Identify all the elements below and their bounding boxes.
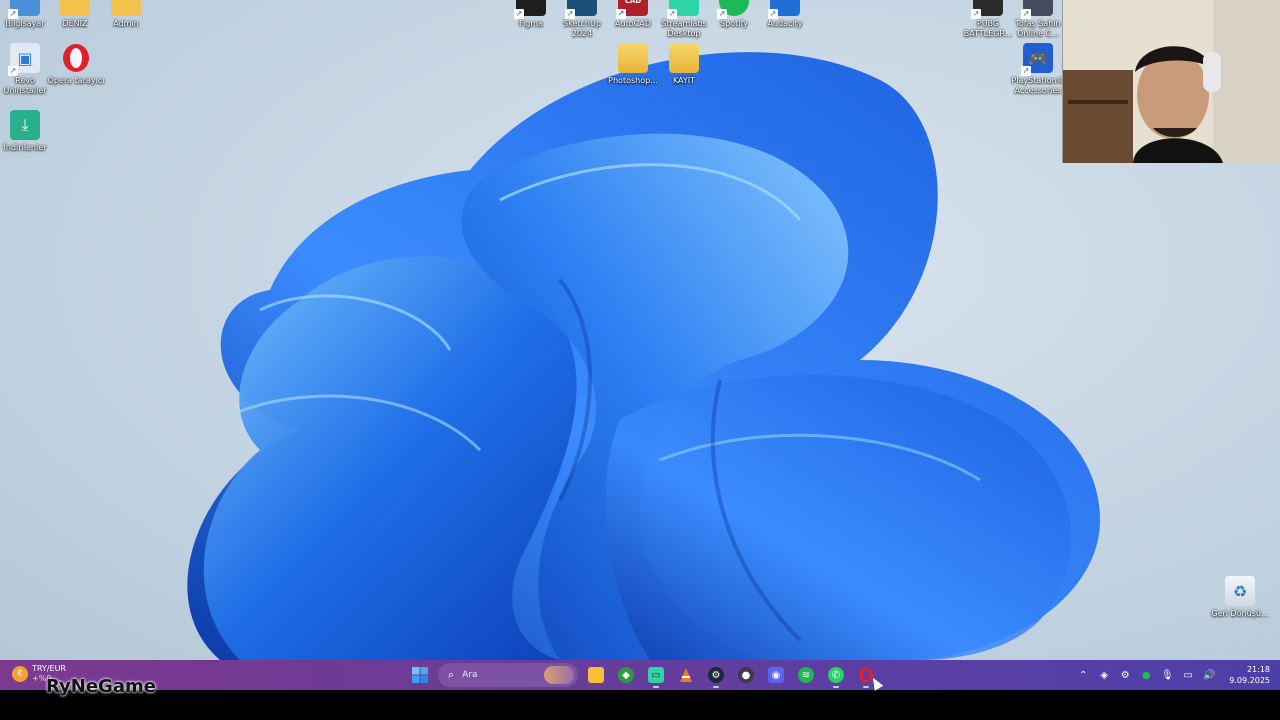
figma-icon <box>514 0 546 19</box>
desktop-icon-label: Tofaş Şahin Online C... <box>1015 19 1061 38</box>
steam-icon: ⚙ <box>708 667 724 683</box>
letterbox-bar <box>0 690 1280 720</box>
taskbar-whatsapp[interactable]: ✆ <box>824 662 848 688</box>
taskbar-steam[interactable]: ⚙ <box>704 662 728 688</box>
recycle-bin-icon: ♻ <box>1225 576 1255 606</box>
taskbar-obs[interactable]: ● <box>734 662 758 688</box>
windows-start-icon <box>412 667 428 683</box>
system-tray: ⌃ ◈ ⚙ ● 🎙 ▭ 🔊 21:18 9.09.2025 <box>1076 660 1276 690</box>
whatsapp-icon: ✆ <box>828 667 844 683</box>
widget-title: TRY/EUR <box>32 664 66 673</box>
desktop-icon-label: Geri Dönüşü... <box>1211 609 1269 618</box>
desktop-icon-opera[interactable]: Opera tarayıcı <box>46 43 106 86</box>
desktop-icon-label: PlayStation® Accessories <box>1011 76 1065 95</box>
vlc-icon <box>680 668 692 682</box>
chevron-up-icon[interactable]: ⌃ <box>1076 670 1090 681</box>
streamlabs-icon: ▭ <box>648 667 664 683</box>
opera-icon <box>61 43 91 73</box>
webcam-person-image <box>1063 0 1280 163</box>
clock-time: 21:18 <box>1246 665 1270 674</box>
desktop-icon-recycle-bin[interactable]: ♻ Geri Dönüşü... <box>1210 576 1270 619</box>
file-explorer-icon <box>588 667 604 683</box>
clock-date: 9.09.2025 <box>1229 676 1270 685</box>
channel-watermark: RyNeGame <box>46 676 156 697</box>
spotify-icon[interactable]: ● <box>1139 670 1153 681</box>
folder-icon <box>669 43 699 73</box>
sketchup-icon <box>565 0 597 19</box>
webcam-overlay <box>1062 0 1280 163</box>
desktop-icon-indirilenler[interactable]: ⤓ İndirilenler <box>0 110 55 153</box>
steam-icon[interactable]: ⚙ <box>1118 670 1132 681</box>
spotify-icon: ≋ <box>798 667 814 683</box>
taskbar-spotify[interactable]: ≋ <box>794 662 818 688</box>
desktop-icon-label: KAYIT <box>672 76 696 85</box>
clock[interactable]: 21:18 9.09.2025 <box>1229 664 1270 686</box>
tofas-icon <box>1021 0 1053 19</box>
audacity-icon <box>768 0 800 19</box>
desktop-icon-label: Opera tarayıcı <box>47 76 105 85</box>
taskbar-search[interactable]: ⌕ Ara <box>438 663 578 687</box>
taskbar-apps: ⌕ Ara ◆ ▭ ⚙ ● ◉ ≋ ✆ <box>408 662 878 688</box>
desktop-icon-tofas[interactable]: Tofaş Şahin Online C... <box>1008 0 1068 39</box>
desktop-icon-label: Audacity <box>767 19 803 28</box>
search-placeholder: Ara <box>462 670 478 680</box>
playstation-icon: 🎮 <box>1021 43 1053 76</box>
obs-icon: ● <box>738 667 754 683</box>
desktop-icon-label: Admin <box>113 19 139 28</box>
revo-uninstaller-icon: ▣ <box>8 43 40 76</box>
taskbar-app-green[interactable]: ◆ <box>614 662 638 688</box>
tray-app-icon[interactable]: ◈ <box>1097 670 1111 681</box>
desktop-icon-audacity[interactable]: Audacity <box>755 0 815 29</box>
taskbar-discord[interactable]: ◉ <box>764 662 788 688</box>
microphone-icon[interactable]: 🎙 <box>1160 670 1174 681</box>
downloads-icon: ⤓ <box>10 110 40 140</box>
search-highlight-icon <box>544 666 574 684</box>
user-folder-icon <box>60 0 90 16</box>
desktop-icon-label: İndirilenler <box>3 143 47 152</box>
desktop-icon-playstation[interactable]: 🎮 PlayStation® Accessories <box>1008 43 1068 96</box>
display-icon[interactable]: ▭ <box>1181 670 1195 681</box>
taskbar-file-explorer[interactable] <box>584 662 608 688</box>
discord-icon: ◉ <box>768 667 784 683</box>
autocad-icon: CAD <box>616 0 648 19</box>
taskbar: € TRY/EUR +%0,... ⌕ Ara ◆ ▭ ⚙ ● ◉ ≋ ✆ ⌃ … <box>0 660 1280 690</box>
computer-icon <box>8 0 40 19</box>
user-folder-icon <box>111 0 141 16</box>
desktop-icon-admin[interactable]: Admin <box>96 0 156 29</box>
currency-widget-icon: € <box>12 666 28 682</box>
volume-icon[interactable]: 🔊 <box>1202 670 1216 681</box>
pubg-icon <box>971 0 1003 19</box>
folder-icon <box>618 43 648 73</box>
shield-icon: ◆ <box>618 667 634 683</box>
streamlabs-icon <box>667 0 699 19</box>
start-button[interactable] <box>408 662 432 688</box>
spotify-icon <box>717 0 749 19</box>
search-icon: ⌕ <box>448 668 455 681</box>
taskbar-vlc[interactable] <box>674 662 698 688</box>
desktop-icon-kayit-folder[interactable]: KAYIT <box>654 43 714 86</box>
taskbar-streamlabs[interactable]: ▭ <box>644 662 668 688</box>
